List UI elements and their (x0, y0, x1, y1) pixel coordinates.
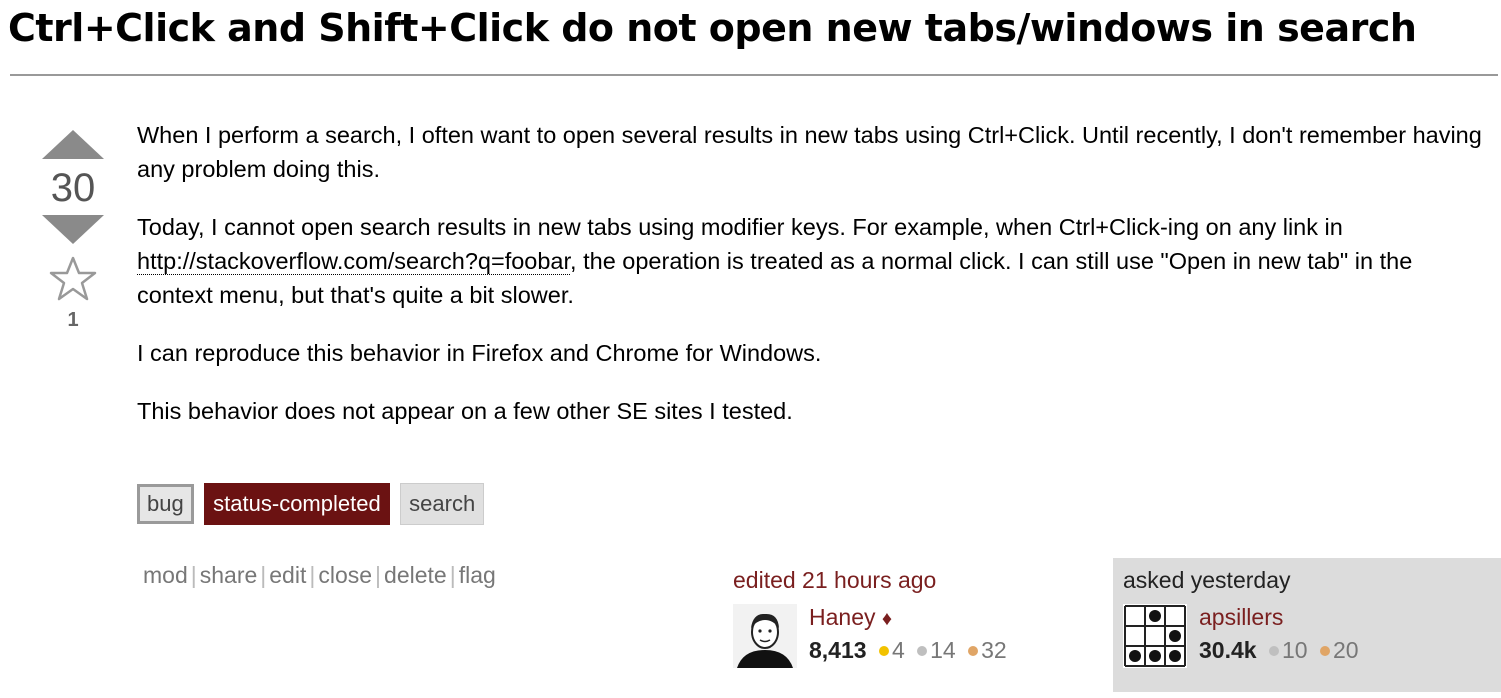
asked-time-link[interactable]: asked yesterday (1123, 566, 1501, 594)
owner-user-card: apsillers 30.4k 10 20 (1123, 602, 1501, 668)
post-menu: mod | share | edit | close | delete | flag (143, 562, 496, 589)
title-divider (10, 74, 1498, 76)
bronze-badge-icon (968, 645, 979, 656)
menu-separator: | (309, 562, 316, 588)
favorite-star-icon[interactable] (49, 256, 97, 302)
owner-reputation-line: 30.4k 10 20 (1199, 636, 1359, 664)
bronze-badge-icon (1319, 645, 1330, 656)
flag-link[interactable]: flag (459, 562, 496, 588)
menu-separator: | (375, 562, 382, 588)
downvote-arrow-icon[interactable] (42, 215, 104, 244)
close-link[interactable]: close (318, 562, 372, 588)
menu-separator: | (449, 562, 456, 588)
gold-badge-count: 4 (891, 637, 905, 663)
owner-signature: asked yesterday apsillers 30.4k 10 20 (1113, 558, 1501, 692)
upvote-arrow-icon[interactable] (42, 130, 104, 159)
owner-details: apsillers 30.4k 10 20 (1199, 602, 1359, 664)
post-paragraph: Today, I cannot open search results in n… (137, 210, 1492, 312)
gold-badge-icon (878, 645, 889, 656)
menu-separator: | (260, 562, 267, 588)
vote-score: 30 (50, 166, 96, 210)
delete-link[interactable]: delete (384, 562, 447, 588)
editor-user-card: Haney ♦ 8,413 4 14 32 (733, 602, 1093, 668)
tag-search[interactable]: search (400, 483, 485, 525)
moderator-diamond-icon: ♦ (881, 608, 893, 630)
silver-badge-count: 14 (930, 637, 956, 663)
silver-badge-count: 10 (1281, 637, 1308, 663)
question-title[interactable]: Ctrl+Click and Shift+Click do not open n… (8, 6, 1496, 50)
reputation-score: 8,413 (809, 637, 867, 663)
tag-list: bug status-completed search (137, 483, 490, 525)
post-body: When I perform a search, I often want to… (137, 118, 1492, 452)
owner-username-link[interactable]: apsillers (1199, 604, 1283, 630)
silver-badge-icon (917, 645, 928, 656)
bronze-badge-count: 32 (981, 637, 1007, 663)
editor-username-link[interactable]: Haney (809, 604, 875, 630)
editor-avatar[interactable] (733, 604, 797, 668)
tag-status-completed[interactable]: status-completed (204, 483, 390, 525)
editor-reputation-line: 8,413 4 14 32 (809, 636, 1007, 664)
favorite-count: 1 (67, 309, 79, 331)
editor-signature: edited 21 hours ago Haney ♦ 8,413 4 14 3… (733, 566, 1093, 668)
share-link[interactable]: share (200, 562, 258, 588)
bronze-badge-count: 20 (1332, 637, 1359, 663)
post-paragraph: This behavior does not appear on a few o… (137, 398, 793, 424)
edited-time-link[interactable]: edited 21 hours ago (733, 566, 1093, 594)
owner-avatar[interactable] (1123, 604, 1187, 668)
post-text: Today, I cannot open search results in n… (137, 214, 1343, 240)
post-paragraph: I can reproduce this behavior in Firefox… (137, 340, 822, 366)
post-paragraph: When I perform a search, I often want to… (137, 122, 1482, 182)
editor-details: Haney ♦ 8,413 4 14 32 (809, 602, 1007, 664)
vote-cell: 30 1 (40, 130, 106, 332)
menu-separator: | (190, 562, 197, 588)
reputation-score: 30.4k (1199, 637, 1257, 663)
mod-link[interactable]: mod (143, 562, 188, 588)
search-url-link[interactable]: http://stackoverflow.com/search?q=foobar (137, 248, 571, 275)
tag-bug[interactable]: bug (137, 484, 194, 524)
silver-badge-icon (1268, 645, 1279, 656)
edit-link[interactable]: edit (269, 562, 306, 588)
